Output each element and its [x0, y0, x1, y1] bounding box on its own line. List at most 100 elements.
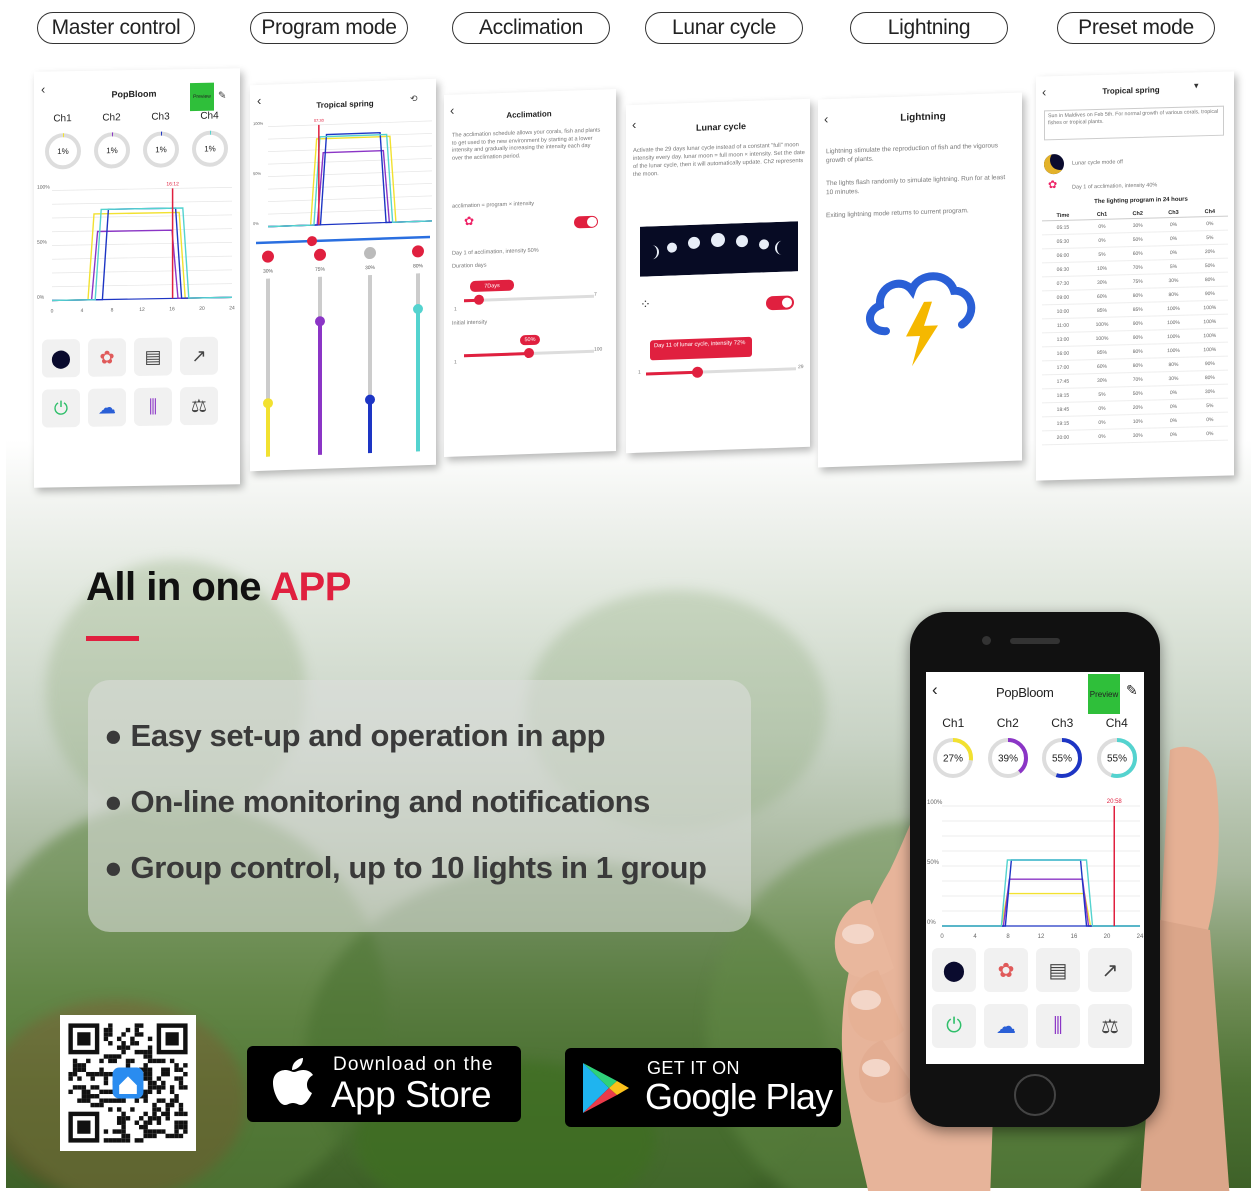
qr-module — [139, 1049, 144, 1055]
moon-icon[interactable]: ⬤ — [932, 948, 976, 992]
table-cell: 09:00 — [1042, 289, 1084, 305]
back-icon[interactable]: ‹ — [932, 680, 938, 700]
qr-code[interactable] — [60, 1015, 196, 1151]
card-title: Lightning — [900, 111, 946, 124]
channel-gauge[interactable]: 1% — [92, 130, 132, 171]
qr-module — [77, 1076, 82, 1081]
back-icon[interactable]: ‹ — [450, 103, 454, 118]
duration-label: Duration days — [452, 262, 487, 270]
chart-icon[interactable]: ↗ — [180, 336, 218, 376]
x-tick-label: 0 — [51, 308, 54, 314]
qr-module — [165, 1102, 170, 1108]
qr-module — [139, 1138, 144, 1143]
program-chart: 100% 50% 0% 07:30 — [253, 118, 432, 228]
qr-module — [81, 1094, 87, 1099]
qr-module — [108, 1071, 113, 1077]
acclimation-toggle[interactable] — [574, 215, 598, 229]
page: Master control Program mode Acclimation … — [0, 0, 1257, 1191]
edit-icon[interactable]: ✎ — [1126, 682, 1138, 699]
table-cell: 5% — [1191, 230, 1228, 246]
qr-module — [130, 1107, 135, 1112]
channel-gauge[interactable]: 55% — [1040, 736, 1084, 780]
chart-icon[interactable]: ↗ — [1088, 948, 1132, 992]
back-icon[interactable]: ‹ — [41, 82, 45, 97]
back-icon[interactable]: ‹ — [824, 111, 828, 126]
qr-module — [169, 1133, 175, 1139]
back-icon[interactable]: ‹ — [632, 117, 636, 132]
cloud-lightning-icon[interactable]: ☁ — [984, 1004, 1028, 1048]
save-icon[interactable]: ⟲ — [410, 93, 418, 104]
channel-gauge[interactable]: 1% — [141, 129, 181, 170]
balance-icon[interactable]: ⚖ — [1088, 1004, 1132, 1048]
tab-lunar-cycle[interactable]: Lunar cycle — [645, 12, 803, 44]
x-tick-label: 12 — [1038, 934, 1045, 940]
preview-button[interactable]: Preview — [1088, 674, 1120, 714]
moon-icon[interactable]: ⬤ — [42, 338, 80, 378]
qr-module — [94, 1071, 100, 1077]
qr-module — [108, 1023, 113, 1028]
equalizer-icon[interactable]: ⫼ — [1036, 1004, 1080, 1048]
table-cell: 20% — [1120, 399, 1156, 415]
qr-module — [161, 1071, 166, 1077]
channel-gauge[interactable]: 1% — [43, 131, 83, 172]
card-lightning: ‹ Lightning Lightning stimulate the repr… — [818, 92, 1022, 468]
tab-program-mode[interactable]: Program mode — [250, 12, 408, 44]
channel-toggle — [262, 250, 274, 263]
feature-box: ● Easy set-up and operation in app ● On-… — [88, 680, 751, 932]
back-icon[interactable]: ‹ — [257, 93, 261, 108]
home-button[interactable] — [1014, 1074, 1056, 1116]
hero-title: All in one APP — [86, 565, 351, 610]
channel-gauge[interactable]: 39% — [986, 736, 1030, 780]
back-icon[interactable]: ‹ — [1042, 84, 1046, 99]
channel-gauge[interactable]: 55% — [1095, 736, 1139, 780]
edit-icon[interactable]: ✎ — [218, 90, 226, 101]
table-cell: 80% — [1120, 357, 1156, 373]
balance-icon[interactable]: ⚖ — [180, 386, 218, 426]
intensity-slider[interactable] — [464, 347, 594, 359]
tab-acclimation[interactable]: Acclimation — [452, 12, 610, 44]
qr-module — [121, 1129, 126, 1134]
qr-module — [125, 1138, 131, 1143]
coral-icon: ✿ — [1048, 179, 1058, 192]
table-cell: 10% — [1083, 260, 1121, 276]
preview-button[interactable]: Preview — [190, 82, 214, 112]
tab-preset-mode[interactable]: Preset mode — [1057, 12, 1215, 44]
qr-module — [81, 1085, 87, 1090]
cloud-lightning-icon[interactable]: ☁ — [88, 388, 126, 427]
coral-icon[interactable]: ✿ — [88, 338, 126, 377]
lunar-toggle[interactable] — [766, 295, 794, 311]
table-cell: 100% — [1155, 315, 1192, 330]
equalizer-icon[interactable]: ⫼ — [134, 387, 172, 427]
google-play-badge[interactable]: GET IT ON Google Play — [565, 1048, 841, 1127]
x-tick-label: 12 — [139, 307, 145, 313]
qr-module — [178, 1124, 184, 1130]
qr-module — [103, 1071, 109, 1077]
lunar-min: 1 — [638, 369, 641, 376]
tab-master-control[interactable]: Master control — [37, 12, 195, 44]
channel-gauge[interactable]: 27% — [931, 736, 975, 780]
qr-module — [139, 1023, 144, 1028]
lunar-slider[interactable] — [646, 366, 796, 378]
qr-module — [134, 1049, 140, 1055]
document-icon[interactable]: ▤ — [1036, 948, 1080, 992]
coral-icon[interactable]: ✿ — [984, 948, 1028, 992]
qr-module — [99, 1067, 104, 1072]
icon-grid: ⬤ ✿ ▤ ↗ ⏻ ☁ ⫼ ⚖ — [42, 336, 232, 459]
card-acclimation: ‹ Acclimation The acclimation schedule a… — [444, 88, 616, 458]
power-icon[interactable]: ⏻ — [932, 1004, 976, 1048]
qr-module — [121, 1116, 126, 1121]
series-line — [268, 131, 432, 228]
duration-slider[interactable] — [464, 294, 594, 305]
document-icon[interactable]: ▤ — [134, 337, 172, 377]
hero-title-accent: APP — [270, 565, 351, 609]
power-icon[interactable]: ⏻ — [42, 388, 80, 428]
qr-module — [81, 1089, 87, 1095]
app-store-badge[interactable]: Download on the App Store — [247, 1046, 521, 1122]
dropdown-icon[interactable]: ▾ — [1194, 80, 1199, 91]
qr-module — [125, 1133, 131, 1139]
tab-lightning[interactable]: Lightning — [850, 12, 1008, 44]
phone-chart: 100% 50% 0% 0 4 8 12 16 20 24 20:58 — [927, 799, 1144, 940]
channel-gauge[interactable]: 1% — [190, 128, 230, 169]
grid-line — [268, 195, 432, 202]
program-sliders[interactable]: 30% 75% 30% 80% — [250, 229, 436, 465]
